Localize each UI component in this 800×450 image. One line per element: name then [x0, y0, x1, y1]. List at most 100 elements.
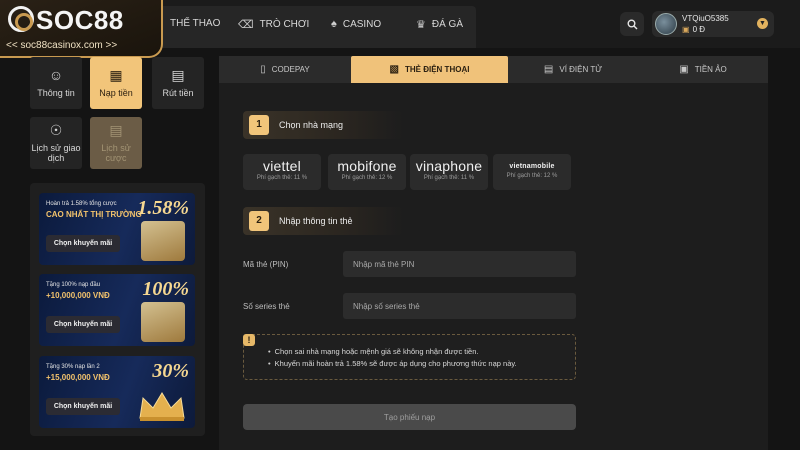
payment-tabs: ▯ CODEPAY ▧ THẺ ĐIỆN THOẠI ▤ VÍ ĐIỆN TỬ … [219, 56, 768, 83]
account-menu-transaction-history[interactable]: ☉ Lịch sử giao dịch [30, 117, 82, 169]
carrier-name: vietnamobile [509, 163, 555, 170]
carrier-name: vinaphone [415, 158, 483, 174]
promo-percent: 100% [142, 278, 189, 300]
nav-item-cockfight[interactable]: ♛ ĐÁ GÀ [416, 18, 463, 31]
deposit-card: ▯ CODEPAY ▧ THẺ ĐIỆN THOẠI ▤ VÍ ĐIỆN TỬ … [219, 56, 768, 450]
nav-item-sports-label: THỂ THAO [170, 18, 221, 29]
step-number: 2 [249, 211, 269, 231]
step-number: 1 [249, 115, 269, 135]
tab-codepay-label: CODEPAY [271, 65, 310, 74]
logo-url: << soc88casinox.com >> [6, 40, 118, 51]
carrier-vinaphone[interactable]: vinaphone Phí gạch thẻ: 11 % [410, 154, 488, 190]
account-menu-info-label: Thông tin [37, 88, 75, 98]
promo-card[interactable]: Hoàn trả 1.58% tổng cược CAO NHẤT THỊ TR… [39, 193, 195, 265]
step-choose-carrier: 1 Chọn nhà mạng [243, 111, 403, 139]
balance: ▣ 0 Đ [682, 25, 705, 34]
carrier-fee: Phí gạch thẻ: 11 % [256, 175, 308, 181]
step-enter-card-info: 2 Nhập thông tin thẻ [243, 207, 403, 235]
phone-icon: ▯ [260, 64, 266, 75]
nav-item-sports[interactable]: THỂ THAO [170, 18, 220, 29]
tab-crypto-label: TIỀN ẢO [694, 65, 727, 74]
sim-card-icon: ▧ [389, 64, 399, 75]
promo-headline: +10,000,000 VNĐ [46, 291, 110, 300]
dollar-history-icon: ☉ [49, 122, 63, 138]
serial-label: Số series thẻ [243, 302, 290, 311]
select-promo-button[interactable]: Chọn khuyến mãi [46, 316, 120, 333]
tab-e-wallet[interactable]: ▤ VÍ ĐIỆN TỬ [508, 56, 638, 83]
create-deposit-button[interactable]: Tạo phiếu nạp [243, 404, 576, 430]
carrier-vietnamobile[interactable]: vietnamobile Phí gạch thẻ: 12 % [493, 154, 571, 190]
account-menu-transaction-history-label: Lịch sử giao dịch [31, 143, 81, 163]
promo-subtitle: Hoàn trả 1.58% tổng cược [46, 201, 117, 207]
promo-headline: +15,000,000 VNĐ [46, 373, 110, 382]
nav-item-cockfight-label: ĐÁ GÀ [431, 19, 463, 30]
account-menu-bet-history[interactable]: ▤ Lịch sử cược [90, 117, 142, 169]
nav-item-casino-label: CASINO [342, 18, 382, 30]
notice-box: ! Chọn sai nhà mạng hoặc mệnh giá sẽ khô… [243, 334, 576, 380]
promo-subtitle: Tặng 100% nạp đầu [46, 282, 101, 288]
promo-card[interactable]: Tặng 30% nạp lần 2 +15,000,000 VNĐ 30% C… [39, 356, 195, 428]
carrier-mobifone[interactable]: mobifone Phí gạch thẻ: 12 % [328, 154, 406, 190]
tab-phone-card-label: THẺ ĐIỆN THOẠI [405, 65, 470, 74]
tab-codepay[interactable]: ▯ CODEPAY [219, 56, 351, 83]
username: VTQiuO5385 [682, 14, 729, 23]
account-menu-bet-history-label: Lịch sử cược [101, 143, 131, 163]
account-menu-withdraw-label: Rút tiền [162, 88, 194, 98]
select-promo-button[interactable]: Chọn khuyến mãi [46, 235, 120, 252]
serial-input[interactable] [343, 293, 576, 319]
notice-list: Chọn sai nhà mạng hoặc mệnh giá sẽ không… [268, 346, 517, 370]
carrier-fee: Phí gạch thẻ: 11 % [423, 175, 475, 181]
nav-item-casino[interactable]: ♠ CASINO [331, 18, 381, 30]
search-button[interactable] [620, 12, 644, 36]
wallet-icon: ▣ [682, 25, 690, 34]
account-menu-deposit-label: Nạp tiền [99, 88, 133, 98]
select-promo-button[interactable]: Chọn khuyến mãi [46, 398, 120, 415]
promo-card[interactable]: Tặng 100% nạp đầu +10,000,000 VNĐ 100% C… [39, 274, 195, 346]
balance-value: 0 Đ [692, 25, 706, 34]
carrier-fee: Phí gạch thẻ: 12 % [341, 175, 393, 181]
logo-text: SOC88 [36, 5, 124, 35]
deposit-icon: ▦ [109, 67, 123, 83]
promo-percent: 30% [152, 360, 189, 382]
cards-icon: ♠ [331, 18, 337, 30]
step-title: Chọn nhà mạng [279, 120, 344, 130]
crown-icon [139, 392, 185, 421]
crypto-icon: ▣ [679, 64, 689, 75]
warning-icon: ! [243, 334, 255, 346]
account-menu-info[interactable]: ☺ Thông tin [30, 57, 82, 109]
pin-input[interactable] [343, 251, 576, 277]
notice-line: Chọn sai nhà mạng hoặc mệnh giá sẽ không… [268, 346, 517, 358]
notice-line: Khuyến mãi hoàn trả 1.58% sẽ được áp dụn… [268, 358, 517, 370]
user-icon: ☺ [48, 67, 64, 83]
logo-mark-icon [8, 6, 34, 32]
tab-e-wallet-label: VÍ ĐIỆN TỬ [559, 65, 603, 74]
bet-history-icon: ▤ [109, 122, 123, 138]
promo-panel: Hoàn trả 1.58% tổng cược CAO NHẤT THỊ TR… [30, 183, 205, 436]
tab-crypto[interactable]: ▣ TIỀN ẢO [638, 56, 768, 83]
tab-phone-card[interactable]: ▧ THẺ ĐIỆN THOẠI [351, 56, 508, 83]
withdraw-icon: ▤ [171, 67, 185, 83]
user-account-box[interactable]: VTQiuO5385 ▣ 0 Đ ▼ [652, 11, 774, 37]
nav-item-games-label: TRÒ CHƠI [259, 19, 310, 30]
pin-label: Mã thẻ (PIN) [243, 260, 289, 269]
wallet-icon: ▤ [543, 64, 554, 75]
slot-777-icon: ⌫ [238, 19, 254, 31]
account-menu-withdraw[interactable]: ▤ Rút tiền [152, 57, 204, 109]
rooster-icon: ♛ [416, 19, 426, 31]
carrier-fee: Phí gạch thẻ: 12 % [506, 173, 558, 179]
search-icon [627, 19, 637, 29]
step-title: Nhập thông tin thẻ [279, 216, 353, 226]
carrier-name: viettel [263, 158, 301, 174]
gift-box-icon [141, 221, 185, 261]
promo-percent: 1.58% [137, 197, 189, 219]
carrier-viettel[interactable]: viettel Phí gạch thẻ: 11 % [243, 154, 321, 190]
promo-headline: CAO NHẤT THỊ TRƯỜNG [46, 210, 142, 219]
nav-item-games[interactable]: ⌫ TRÒ CHƠI [238, 18, 309, 31]
account-menu-deposit[interactable]: ▦ Nạp tiền [90, 57, 142, 109]
carrier-name: mobifone [337, 158, 397, 174]
logo[interactable]: SOC88 << soc88casinox.com >> [0, 0, 163, 58]
promo-subtitle: Tặng 30% nạp lần 2 [46, 364, 100, 370]
chevron-down-icon[interactable]: ▼ [757, 18, 768, 29]
gift-box-icon [141, 302, 185, 342]
avatar[interactable] [655, 13, 677, 35]
